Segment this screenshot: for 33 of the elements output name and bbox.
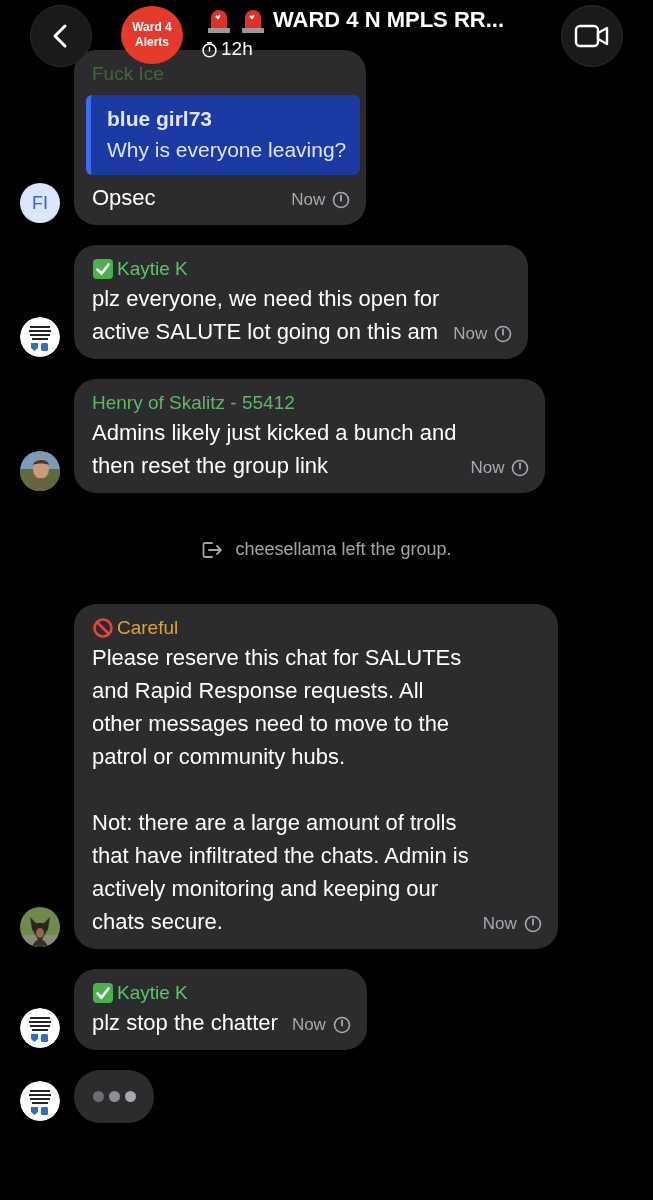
avatar-initials[interactable]: FI [20,183,60,223]
sender-name[interactable]: Kaytie K [117,980,188,1006]
video-camera-icon [574,23,610,49]
quoted-message[interactable]: blue girl73 Why is everyone leaving? [86,95,361,175]
sender-name[interactable]: Kaytie K [117,256,188,282]
timer-icon [494,325,513,343]
message-time: Now [453,324,488,344]
sender-name[interactable]: Henry of Skalitz - 55412 [92,390,295,416]
checkmark-icon [92,982,114,1004]
checkmark-icon [92,258,114,280]
message-text: Please reserve this chat for SALUTEs and Rapid Response requests. All other messages need to move to the patrol or community hubs. Not: there are a large amount of trolls that have infiltrated the chats. Admin is actively monitoring and keeping our chats secure. [92,644,469,936]
prohibited-icon [92,617,114,639]
timer-icon [523,915,542,933]
message-text: Admins likely just kicked a bunch and then reset the group link [92,419,457,480]
group-title[interactable]: WARD 4 N MPLS RR... [273,7,504,33]
timer-label: 12h [221,38,253,60]
quote-author: blue girl73 [107,106,214,132]
group-avatar[interactable]: Ward 4 Alerts [121,6,183,64]
sender-name[interactable]: Careful [117,615,179,641]
timer-icon [332,1016,351,1034]
message-time: Now [291,190,326,210]
timer-icon [332,191,351,209]
message-text: plz everyone, we need this open for active SALUTE lot going on this am [92,285,440,346]
leave-icon [201,539,224,560]
message-text: Opsec [92,184,156,212]
system-message: cheesellama left the group. [235,539,452,560]
message-text: plz stop the chatter [92,1009,278,1037]
timer-icon [201,40,218,58]
message-time: Now [291,1015,326,1035]
timer-icon [511,459,530,477]
message-time: Now [470,458,505,478]
message-time: Now [482,914,517,934]
quote-text: Why is everyone leaving? [107,137,347,163]
